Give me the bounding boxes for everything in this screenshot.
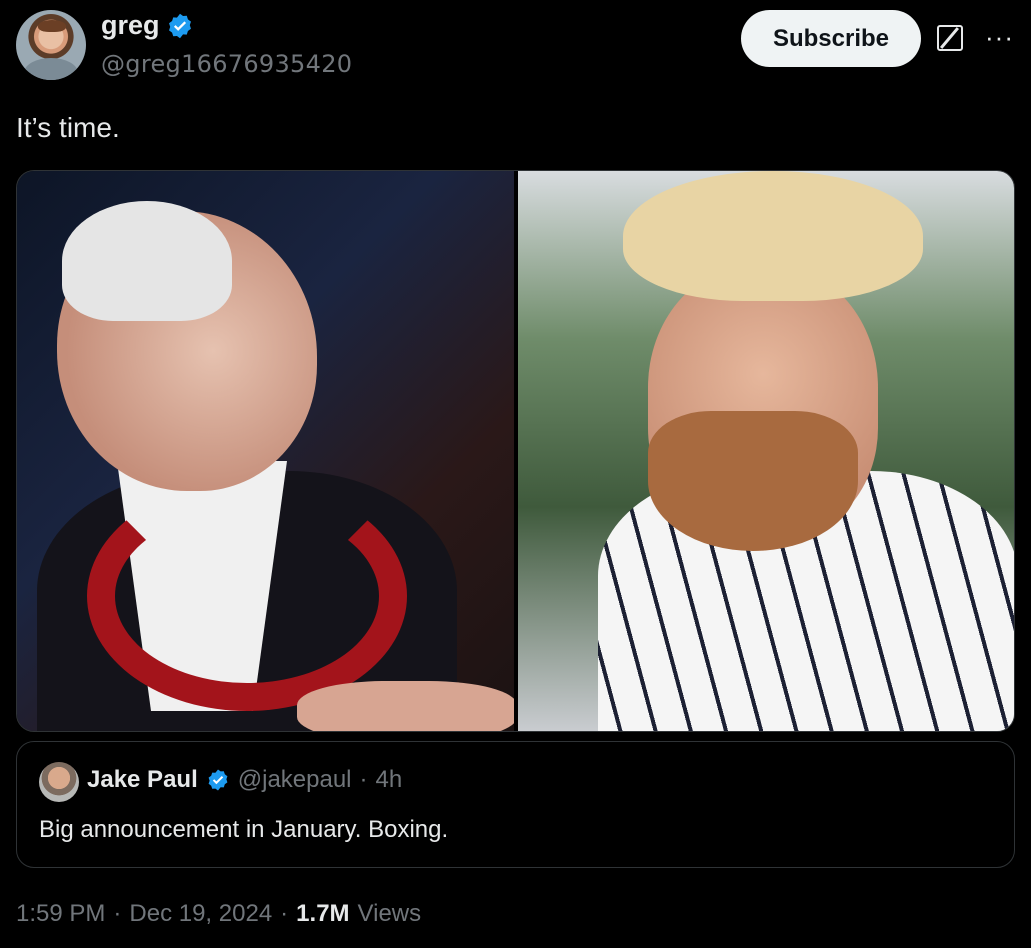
quote-timestamp[interactable]: 4h [376, 766, 403, 794]
views-count: 1.7M [296, 900, 350, 927]
subscribe-button[interactable]: Subscribe [741, 10, 921, 67]
avatar-shirt [24, 58, 78, 80]
author-name[interactable]: greg [101, 10, 160, 41]
media-photo-right[interactable] [518, 171, 1014, 731]
quote-author-handle[interactable]: @jakepaul [238, 766, 352, 794]
photo-lei [87, 481, 407, 711]
quoted-tweet[interactable]: Jake Paul @jakepaul · 4h Big announcemen… [16, 741, 1015, 868]
tweet-media[interactable] [16, 170, 1015, 732]
verified-badge-icon [208, 769, 228, 791]
meta-separator: · [280, 900, 289, 927]
quote-avatar[interactable] [39, 762, 79, 802]
meta-separator: · [113, 900, 122, 927]
grok-icon[interactable] [937, 25, 963, 51]
photo-hair [623, 171, 923, 301]
photo-hand [297, 681, 514, 731]
tweet-text: It’s time. [16, 112, 120, 143]
quote-author-name[interactable]: Jake Paul [87, 766, 198, 794]
quote-header: Jake Paul @jakepaul · 4h [87, 766, 402, 794]
author-handle[interactable]: @greg16676935420 [101, 50, 352, 78]
author-avatar[interactable] [16, 10, 86, 80]
quote-separator: · [359, 766, 368, 793]
tweet-meta: 1:59 PM · Dec 19, 2024 · 1.7M Views [16, 900, 421, 928]
more-icon[interactable]: ··· [985, 22, 1014, 53]
tweet-date[interactable]: Dec 19, 2024 [129, 900, 272, 928]
verified-badge-icon [168, 13, 191, 38]
views-label: Views [357, 900, 422, 927]
author-name-row[interactable]: greg [101, 10, 194, 41]
avatar-hair [38, 20, 66, 32]
tweet-time[interactable]: 1:59 PM [16, 900, 105, 928]
photo-hair [62, 201, 232, 321]
photo-beard [648, 411, 858, 551]
quote-text: Big announcement in January. Boxing. [39, 816, 449, 843]
media-photo-left[interactable] [17, 171, 514, 731]
